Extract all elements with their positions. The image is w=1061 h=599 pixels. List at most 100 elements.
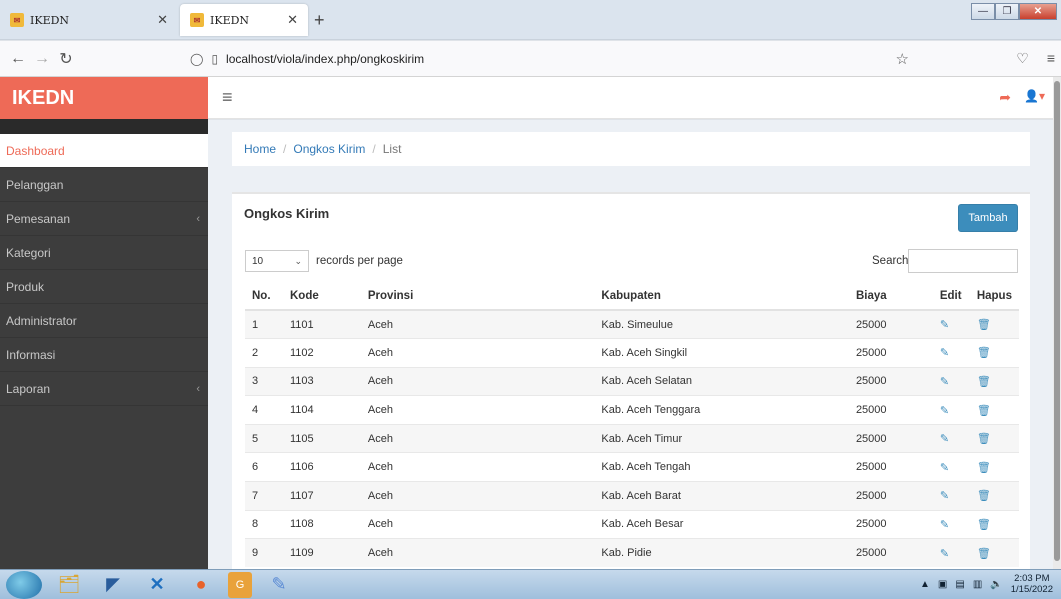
cell-provinsi: Aceh [360,309,595,339]
url-text: localhost/viola/index.php/ongkoskirim [226,52,425,66]
edit-icon[interactable]: ✎ [940,319,949,331]
chevron-left-icon: ‹ [196,382,200,395]
forward-icon[interactable]: → [30,50,54,68]
tray-device-icon[interactable]: ▤ [955,579,964,590]
app-logo[interactable]: IKEDN [0,77,208,119]
cell-provinsi: Aceh [360,509,595,539]
breadcrumb-current: List [382,142,402,156]
sidebar-item-administrator[interactable]: Administrator [0,304,208,338]
column-header-biaya[interactable]: Biaya [848,282,933,311]
trash-icon[interactable]: 🗑 [977,347,991,359]
browser-tab-2[interactable]: ✉ IKEDN ✕ [180,4,308,36]
table-row: 2 1102 Aceh Kab. Aceh Singkil 25000 ✎ 🗑 [245,338,1019,368]
minimize-button[interactable]: — [971,3,995,20]
reload-icon[interactable]: ↻ [54,49,78,69]
trash-icon[interactable]: 🗑 [977,319,991,331]
cell-provinsi: Aceh [360,395,595,425]
new-tab-icon[interactable]: + [314,10,325,31]
breadcrumb-home[interactable]: Home [244,142,276,156]
cell-edit: ✎ [932,309,970,339]
cell-no: 9 [245,538,283,568]
trash-icon[interactable]: 🗑 [977,462,991,474]
sidebar-item-laporan[interactable]: Laporan ‹ [0,372,208,406]
sidebar-toggle-icon[interactable]: ≡ [222,87,233,108]
chevron-left-icon: ‹ [196,212,200,225]
scrollbar-thumb[interactable] [1054,81,1060,561]
trash-icon[interactable]: 🗑 [977,519,991,531]
edit-icon[interactable]: ✎ [940,405,949,417]
file-explorer-icon[interactable]: 🗂 [52,572,86,598]
system-clock[interactable]: 2:03 PM 1/15/2022 [1011,573,1053,595]
column-header-kode[interactable]: Kode [282,282,361,311]
table-row: 3 1103 Aceh Kab. Aceh Selatan 25000 ✎ 🗑 [245,366,1019,396]
close-window-button[interactable]: ✕ [1019,3,1057,20]
tambah-button[interactable]: Tambah [958,204,1018,232]
start-button[interactable] [6,570,42,599]
trash-icon[interactable]: 🗑 [977,376,991,388]
sidebar-item-pemesanan[interactable]: Pemesanan ‹ [0,202,208,236]
dolphin-icon[interactable]: ◤ [96,572,130,598]
column-header-provinsi[interactable]: Provinsi [360,282,595,311]
pocket-icon[interactable]: ♡ [1016,50,1029,67]
edit-icon[interactable]: ✎ [940,433,949,445]
cell-biaya: 25000 [848,452,933,482]
edit-icon[interactable]: ✎ [940,376,949,388]
edit-icon[interactable]: ✎ [940,519,949,531]
cell-edit: ✎ [932,538,970,568]
page-length-select[interactable]: 10 ⌄ [245,250,309,272]
column-header-edit[interactable]: Edit [932,282,970,311]
cell-biaya: 25000 [848,481,933,511]
firefox-icon[interactable]: ● [184,572,218,598]
cell-kode: 1106 [282,452,361,482]
trash-icon[interactable]: 🗑 [977,490,991,502]
sidebar-item-kategori[interactable]: Kategori [0,236,208,270]
cell-edit: ✎ [932,423,970,453]
tab-close-icon[interactable]: ✕ [287,13,298,28]
vscode-icon[interactable]: ✕ [140,572,174,598]
share-icon[interactable]: ➦ [999,89,1011,106]
column-header-no[interactable]: No. [245,282,283,311]
trash-icon[interactable]: 🗑 [977,405,991,417]
edit-icon[interactable]: ✎ [940,347,949,359]
back-icon[interactable]: ← [6,50,30,68]
trash-icon[interactable]: 🗑 [977,548,991,560]
paint-icon[interactable]: ✎ [262,572,296,598]
search-input[interactable] [908,249,1018,273]
edit-icon[interactable]: ✎ [940,548,949,560]
address-bar[interactable]: ◯ ▯ localhost/viola/index.php/ongkoskiri… [190,47,910,71]
tray-display-icon[interactable]: ▥ [973,579,982,590]
cell-hapus: 🗑 [969,509,1019,539]
browser-tab-1[interactable]: ✉ IKEDN ✕ [0,4,178,36]
menu-icon[interactable]: ≡ [1047,50,1055,67]
column-header-kabupaten[interactable]: Kabupaten [594,282,849,311]
page-scrollbar[interactable] [1053,77,1061,569]
column-header-hapus[interactable]: Hapus [969,282,1019,311]
table-body: 1 1101 Aceh Kab. Simeulue 25000 ✎ 🗑 2 1102 Aceh Ka… [245,309,1019,568]
sidebar-item-informasi[interactable]: Informasi [0,338,208,372]
cell-kode: 1105 [282,423,361,453]
cell-hapus: 🗑 [969,481,1019,511]
tray-expand-icon[interactable]: ▲ [920,579,930,590]
ongkos-kirim-panel: Ongkos Kirim Tambah 10 ⌄ records per pag… [232,192,1030,572]
trash-icon[interactable]: 🗑 [977,433,991,445]
edit-icon[interactable]: ✎ [940,462,949,474]
cell-hapus: 🗑 [969,395,1019,425]
tray-network-icon[interactable]: ▣ [938,579,947,590]
sidebar-item-dashboard[interactable]: Dashboard [0,134,208,168]
pdf-icon[interactable]: G [228,571,252,598]
maximize-button[interactable]: ❐ [995,3,1019,20]
cell-hapus: 🗑 [969,452,1019,482]
cell-kabupaten: Kab. Simeulue [594,309,849,339]
system-tray: ▲ ▣ ▤ ▥ 🔈 2:03 PM 1/15/2022 [920,573,1053,595]
bookmark-star-icon[interactable]: ☆ [896,50,909,68]
volume-icon[interactable]: 🔈 [990,579,1002,590]
cell-kode: 1104 [282,395,361,425]
sidebar-item-produk[interactable]: Produk [0,270,208,304]
cell-hapus: 🗑 [969,338,1019,368]
ongkos-kirim-table: No. Kode Provinsi Kabupaten Biaya Edit Hapus 1… [245,282,1019,568]
user-menu-icon[interactable]: 👤▾ [1024,89,1045,103]
tab-close-icon[interactable]: ✕ [157,13,168,28]
sidebar-item-pelanggan[interactable]: Pelanggan [0,168,208,202]
edit-icon[interactable]: ✎ [940,490,949,502]
breadcrumb-ongkos-kirim[interactable]: Ongkos Kirim [293,142,365,156]
